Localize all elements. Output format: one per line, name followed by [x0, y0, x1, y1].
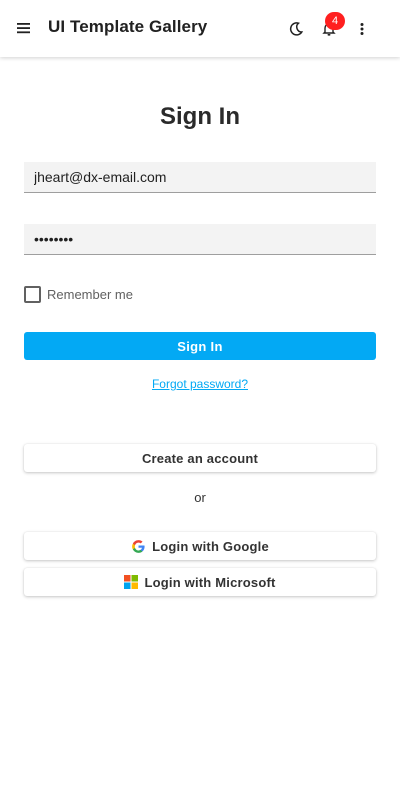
google-icon — [131, 539, 146, 554]
forgot-password-link[interactable]: Forgot password? — [0, 377, 400, 391]
microsoft-login-label: Login with Microsoft — [144, 574, 276, 590]
remember-me-label: Remember me — [47, 286, 133, 302]
microsoft-login-button[interactable]: Login with Microsoft — [24, 568, 376, 596]
create-account-button[interactable]: Create an account — [24, 444, 376, 472]
password-field[interactable] — [24, 224, 376, 255]
google-login-button[interactable]: Login with Google — [24, 532, 376, 560]
app-title: UI Template Gallery — [48, 17, 208, 36]
moon-icon[interactable] — [285, 18, 307, 40]
or-separator: or — [194, 490, 206, 505]
page-title: Sign In — [160, 103, 240, 130]
remember-me-checkbox[interactable]: Remember me — [24, 285, 133, 303]
microsoft-icon — [124, 575, 139, 589]
more-vert-icon[interactable] — [351, 18, 373, 40]
email-field[interactable] — [24, 162, 376, 193]
notification-badge: 4 — [325, 12, 345, 30]
checkbox-box[interactable] — [24, 285, 41, 303]
app-header: UI Template Gallery 4 — [0, 0, 400, 57]
menu-icon[interactable] — [14, 18, 34, 38]
sign-in-button[interactable]: Sign In — [24, 332, 376, 360]
google-login-label: Login with Google — [152, 538, 269, 554]
